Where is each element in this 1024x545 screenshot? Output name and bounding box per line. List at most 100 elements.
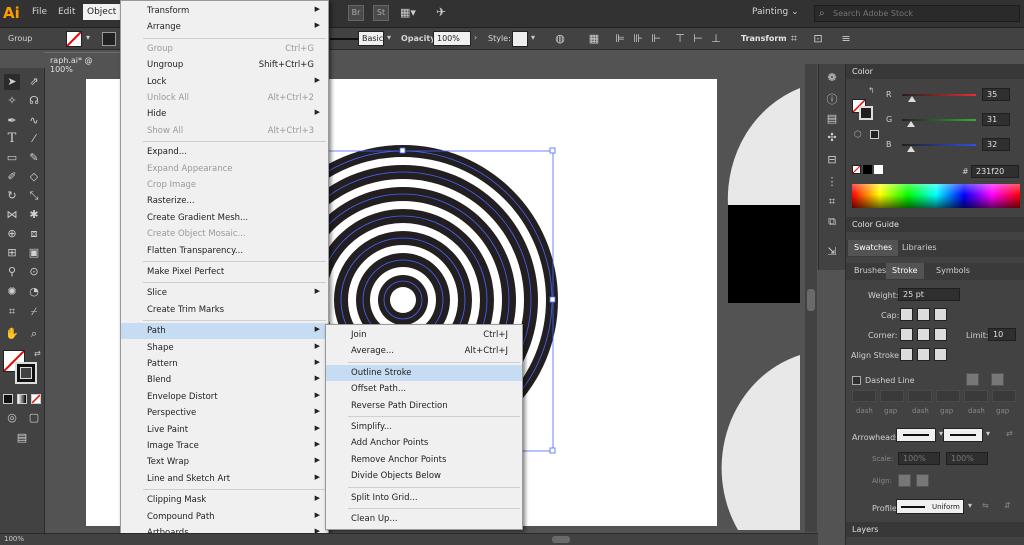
dash-gap-input[interactable] [880, 390, 904, 402]
menu-item-shape[interactable]: Shape ▶ [121, 340, 328, 356]
graphic-styles-panel-icon[interactable]: ⊟ [824, 152, 840, 168]
path-item-add-anchor-points[interactable]: Add Anchor Points [326, 435, 522, 451]
path-item-average[interactable]: Average... Alt+Ctrl+J [326, 343, 522, 359]
scale-end-field[interactable]: 100% [946, 452, 988, 465]
dash-gap-input[interactable] [936, 390, 960, 402]
channel-slider-knob[interactable] [907, 121, 916, 127]
scrollbar-thumb[interactable] [807, 289, 815, 311]
layers-panel-header[interactable]: Layers [846, 522, 1024, 537]
path-item-simplify[interactable]: Simplify... [326, 419, 522, 435]
weight-field[interactable]: 25 pt [898, 288, 960, 301]
menu-item-perspective[interactable]: Perspective ▶ [121, 405, 328, 421]
path-item-divide-objects-below[interactable]: Divide Objects Below [326, 468, 522, 484]
arrow-tip-beyond-icon[interactable] [898, 474, 911, 487]
menu-item-compound-path[interactable]: Compound Path ▶ [121, 509, 328, 525]
menu-item-expand[interactable]: Expand... [121, 144, 328, 160]
menu-item-line-and-sketch-art[interactable]: Line and Sketch Art ▶ [121, 471, 328, 487]
menu-item-hide[interactable]: Hide ▶ [121, 106, 328, 122]
menu-item-arrange[interactable]: Arrange ▶ [121, 19, 328, 35]
menu-item-slice[interactable]: Slice ▶ [121, 285, 328, 301]
menu-item-path[interactable]: Path ▶ [121, 323, 328, 340]
scale-start-field[interactable]: 100% [898, 452, 940, 465]
channel-value-r[interactable]: 35 [982, 88, 1010, 101]
menu-item-group[interactable]: Group Ctrl+G [121, 41, 328, 57]
menu-item-rasterize[interactable]: Rasterize... [121, 193, 328, 209]
appearance-panel-icon[interactable]: ▤ [824, 111, 840, 127]
symbols-panel-icon[interactable]: ✣ [824, 130, 840, 146]
dashed-line-checkbox[interactable] [852, 376, 861, 385]
menu-item-make-pixel-perfect[interactable]: Make Pixel Perfect [121, 264, 328, 280]
color-guide-header[interactable]: Color Guide [846, 217, 1024, 232]
path-item-remove-anchor-points[interactable]: Remove Anchor Points [326, 452, 522, 468]
tab-libraries[interactable]: Libraries [896, 240, 943, 256]
menu-item-live-paint[interactable]: Live Paint ▶ [121, 422, 328, 438]
transform-panel-icon[interactable]: ⌗ [824, 194, 840, 210]
align-center-stroke-icon[interactable] [900, 348, 913, 361]
path-item-offset-path[interactable]: Offset Path... [326, 381, 522, 397]
channel-value-b[interactable]: 32 [982, 138, 1010, 151]
channel-slider-knob[interactable] [907, 146, 916, 152]
channel-slider-knob[interactable] [908, 96, 917, 102]
white-color-box[interactable] [874, 165, 883, 174]
chevron-down-icon[interactable]: ▾ [986, 429, 990, 438]
export-panel-icon[interactable]: ⇲ [824, 244, 840, 260]
arrowhead-start-select[interactable] [896, 428, 936, 442]
menu-item-create-gradient-mesh[interactable]: Create Gradient Mesh... [121, 210, 328, 226]
zoom-level[interactable]: 100% [4, 535, 24, 543]
align-panel-icon[interactable]: ⋮ [824, 174, 840, 190]
path-item-join[interactable]: Join Ctrl+J [326, 327, 522, 343]
round-join-icon[interactable] [917, 328, 930, 341]
menu-item-show-all[interactable]: Show All Alt+Ctrl+3 [121, 123, 328, 139]
panel-stroke-swatch[interactable] [859, 106, 873, 120]
dash-gap-input[interactable] [908, 390, 932, 402]
menu-item-text-wrap[interactable]: Text Wrap ▶ [121, 454, 328, 470]
flip-vertical-icon[interactable]: ⇵ [1004, 501, 1011, 510]
tab-symbols[interactable]: Symbols [930, 263, 976, 279]
color-panel-header[interactable]: Color [846, 64, 1024, 79]
align-inside-stroke-icon[interactable] [917, 348, 930, 361]
menu-item-flatten-transparency[interactable]: Flatten Transparency... [121, 243, 328, 259]
dash-preserve-icon[interactable] [966, 373, 979, 386]
hex-field[interactable]: 231f20 [971, 165, 1019, 178]
chevron-down-icon[interactable]: ▾ [968, 501, 972, 510]
path-item-reverse-path-direction[interactable]: Reverse Path Direction [326, 398, 522, 414]
align-outside-stroke-icon[interactable] [934, 348, 947, 361]
pathfinder-panel-icon[interactable]: ⧉ [824, 214, 840, 230]
menu-item-clipping-mask[interactable]: Clipping Mask ▶ [121, 492, 328, 508]
tab-stroke[interactable]: Stroke [886, 263, 924, 279]
miter-join-icon[interactable] [900, 328, 913, 341]
menu-item-blend[interactable]: Blend ▶ [121, 372, 328, 388]
flip-profile-icon[interactable]: ⇋ [982, 501, 989, 510]
dash-gap-input[interactable] [992, 390, 1016, 402]
limit-field[interactable]: 10 [988, 328, 1016, 341]
dash-gap-input[interactable] [964, 390, 988, 402]
none-color-box[interactable] [852, 165, 861, 174]
menu-item-image-trace[interactable]: Image Trace ▶ [121, 438, 328, 454]
color-panel-icon[interactable]: ❁ [824, 70, 840, 86]
projecting-cap-icon[interactable] [934, 308, 947, 321]
menu-item-envelope-distort[interactable]: Envelope Distort ▶ [121, 389, 328, 405]
arrowhead-end-select[interactable] [943, 428, 983, 442]
menu-item-unlock-all[interactable]: Unlock All Alt+Ctrl+2 [121, 90, 328, 106]
menu-item-expand-appearance[interactable]: Expand Appearance [121, 161, 328, 177]
tab-swatches[interactable]: Swatches [848, 240, 899, 256]
info-panel-icon[interactable]: ⓘ [824, 92, 840, 108]
arrow-tip-end-icon[interactable] [916, 474, 929, 487]
menu-item-transform[interactable]: Transform ▶ [121, 3, 328, 19]
path-item-split-into-grid[interactable]: Split Into Grid... [326, 490, 522, 506]
menu-item-crop-image[interactable]: Crop Image [121, 177, 328, 193]
path-item-clean-up[interactable]: Clean Up... [326, 511, 522, 527]
dash-gap-input[interactable] [852, 390, 876, 402]
channel-value-g[interactable]: 31 [982, 113, 1010, 126]
swap-arrowheads-icon[interactable]: ⇄ [1006, 429, 1013, 438]
swap-icon[interactable]: ↰ [868, 86, 875, 95]
path-item-outline-stroke[interactable]: Outline Stroke [326, 364, 522, 381]
profile-select[interactable]: Uniform [896, 499, 964, 514]
dash-align-icon[interactable] [991, 373, 1004, 386]
menu-item-create-trim-marks[interactable]: Create Trim Marks [121, 302, 328, 318]
round-cap-icon[interactable] [917, 308, 930, 321]
menu-item-ungroup[interactable]: Ungroup Shift+Ctrl+G [121, 57, 328, 73]
bevel-join-icon[interactable] [934, 328, 947, 341]
menu-item-pattern[interactable]: Pattern ▶ [121, 356, 328, 372]
menu-item-create-object-mosaic[interactable]: Create Object Mosaic... [121, 226, 328, 242]
